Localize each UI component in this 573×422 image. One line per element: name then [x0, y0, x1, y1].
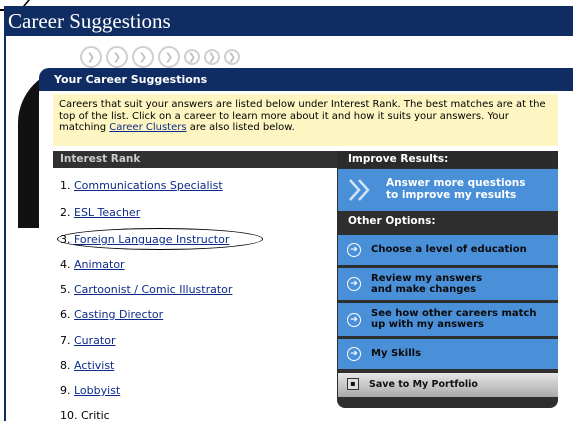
option-label: Choose a level of education	[371, 244, 527, 255]
hand-drawn-circle-annotation	[57, 228, 263, 250]
arrow-circle-icon: ❯	[158, 46, 180, 68]
compare-careers-button[interactable]: ➔ See how other careers match up with my …	[338, 303, 558, 336]
career-link[interactable]: ESL Teacher	[74, 206, 140, 219]
arrow-circle-icon: ❯	[224, 49, 240, 65]
arrow-circle-icon: ❯	[184, 49, 200, 65]
career-link[interactable]: Activist	[74, 359, 114, 372]
rank-number: 9.	[60, 384, 71, 397]
intro-text: Careers that suit your answers are liste…	[53, 94, 558, 146]
career-clusters-link[interactable]: Career Clusters	[109, 122, 186, 133]
rank-number: 10.	[60, 409, 78, 422]
rank-number: 5.	[60, 283, 71, 296]
arrow-circle-icon: ❯	[132, 46, 154, 68]
career-link: Critic	[81, 409, 110, 422]
career-list-item: 10. Critic	[60, 409, 110, 422]
career-link[interactable]: Animator	[74, 258, 125, 271]
option-label-line2: up with my answers	[371, 319, 484, 330]
career-list-item: 2. ESL Teacher	[60, 206, 140, 219]
rank-number: 6.	[60, 308, 71, 321]
panel-header: Your Career Suggestions	[39, 68, 573, 91]
answer-more-questions-button[interactable]: Answer more questions to improve my resul…	[338, 169, 558, 211]
arrow-circle-icon: ➔	[347, 313, 361, 327]
career-list-item: 6. Casting Director	[60, 308, 163, 321]
review-answers-button[interactable]: ➔ Review my answers and make changes	[338, 268, 558, 300]
career-list-item: 9. Lobbyist	[60, 384, 120, 397]
intro-text-end: are also listed below.	[186, 122, 295, 133]
option-label: Review my answers	[371, 273, 483, 284]
save-to-portfolio-button[interactable]: ▪ Save to My Portfolio	[338, 373, 558, 397]
arrow-circle-icon: ➔	[347, 243, 361, 257]
answer-more-line2: to improve my results	[386, 189, 517, 201]
double-chevron-icon	[349, 179, 370, 201]
arrow-circle-icon: ❯	[106, 46, 128, 68]
save-icon: ▪	[347, 378, 359, 390]
rank-number: 1.	[60, 179, 71, 192]
option-label: See how other careers match	[371, 308, 537, 319]
rank-number: 8.	[60, 359, 71, 372]
choose-education-level-button[interactable]: ➔ Choose a level of education	[338, 235, 558, 265]
career-link[interactable]: Curator	[74, 334, 115, 347]
rank-number: 7.	[60, 334, 71, 347]
career-link[interactable]: Cartoonist / Comic Illustrator	[74, 283, 232, 296]
other-options-header: Other Options:	[348, 215, 436, 227]
career-link[interactable]: Communications Specialist	[74, 179, 223, 192]
career-list-item: 7. Curator	[60, 334, 115, 347]
option-label: My Skills	[371, 348, 422, 359]
career-list-item: 8. Activist	[60, 359, 114, 372]
interest-rank-header: Interest Rank	[53, 151, 337, 168]
career-list-item: 1. Communications Specialist	[60, 179, 223, 192]
arrow-circle-icon: ❯	[80, 46, 102, 68]
answer-more-line1: Answer more questions	[386, 177, 526, 189]
rank-number: 2.	[60, 206, 71, 219]
arrow-circle-icon: ❯	[204, 49, 220, 65]
improve-results-header: Improve Results:	[337, 151, 558, 168]
save-label: Save to My Portfolio	[369, 379, 478, 390]
my-skills-button[interactable]: ➔ My Skills	[338, 339, 558, 369]
career-link[interactable]: Lobbyist	[74, 384, 120, 397]
option-label-line2: and make changes	[371, 284, 477, 295]
career-list-item: 4. Animator	[60, 258, 125, 271]
rank-number: 4.	[60, 258, 71, 271]
title-bar: Career Suggestions	[4, 6, 573, 36]
career-list-item: 5. Cartoonist / Comic Illustrator	[60, 283, 232, 296]
page-title: Career Suggestions	[8, 9, 171, 33]
arrow-circle-icon: ➔	[347, 347, 361, 361]
career-link[interactable]: Casting Director	[74, 308, 163, 321]
arrow-circle-icon: ➔	[347, 277, 361, 291]
